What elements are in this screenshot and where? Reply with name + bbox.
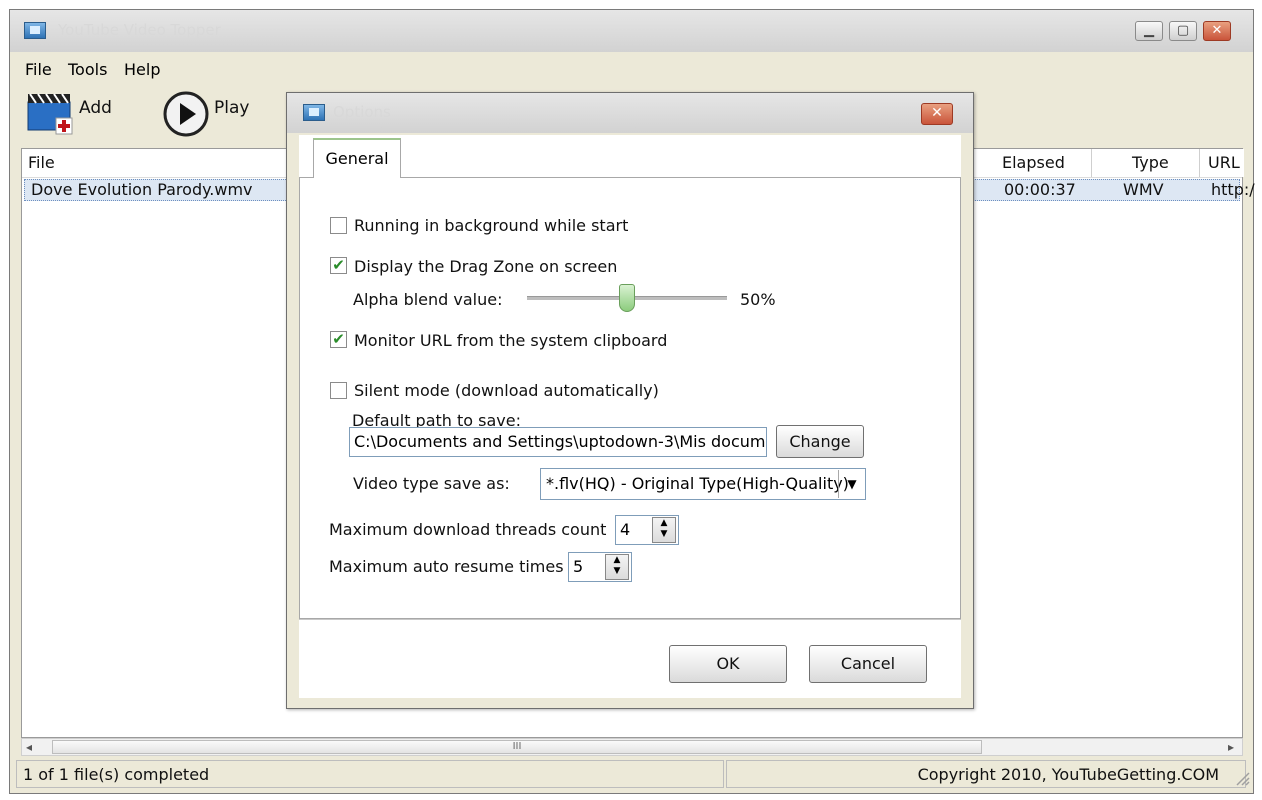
play-icon [163, 91, 209, 137]
column-header-type[interactable]: Type [1092, 149, 1200, 177]
menu-bar [10, 52, 1253, 84]
display-drag-zone-checkbox[interactable]: ✔ [330, 257, 347, 274]
display-drag-zone-label: Display the Drag Zone on screen [354, 257, 618, 276]
minimize-button[interactable]: ▁ [1135, 21, 1163, 41]
main-titlebar: YouTube Video Topper ▁ ▢ ✕ [10, 10, 1253, 53]
threads-spin-icon[interactable]: ▲ ▼ [652, 517, 676, 543]
default-path-input[interactable]: C:\Documents and Settings\uptodown-3\Mis… [349, 427, 767, 457]
add-video-icon [27, 93, 73, 135]
dialog-close-button[interactable]: ✕ [921, 103, 953, 125]
dialog-body: General Running in background while star… [299, 135, 961, 698]
scroll-right-arrow-icon[interactable]: ▸ [1228, 739, 1234, 755]
scroll-left-arrow-icon[interactable]: ◂ [26, 739, 32, 755]
silent-mode-label: Silent mode (download automatically) [354, 381, 659, 400]
silent-mode-checkbox[interactable] [330, 382, 347, 399]
chevron-down-icon[interactable]: ▼ [838, 470, 865, 498]
status-files-completed: 1 of 1 file(s) completed [16, 760, 724, 788]
cancel-button[interactable]: Cancel [809, 645, 927, 683]
dialog-titlebar: Options ✕ [287, 93, 973, 133]
video-type-select[interactable]: *.flv(HQ) - Original Type(High-Quality) … [540, 468, 866, 500]
slider-thumb[interactable] [619, 284, 635, 312]
options-dialog: Options ✕ General Running in background … [286, 92, 974, 709]
auto-resume-label: Maximum auto resume times [329, 557, 564, 576]
tab-general[interactable]: General [313, 138, 401, 178]
alpha-blend-label: Alpha blend value: [353, 290, 503, 309]
maximize-button[interactable]: ▢ [1169, 21, 1197, 41]
column-header-file[interactable]: File [22, 149, 287, 177]
row-url: http:/ [1211, 180, 1255, 199]
status-bar: 1 of 1 file(s) completed Copyright 2010,… [10, 756, 1253, 793]
monitor-url-checkbox[interactable]: ✔ [330, 331, 347, 348]
column-header-url[interactable]: URL [1200, 149, 1244, 177]
auto-resume-stepper[interactable]: 5 ▲ ▼ [568, 552, 632, 582]
spin-down-icon[interactable]: ▼ [614, 566, 621, 576]
alpha-blend-value: 50% [740, 290, 776, 309]
close-button[interactable]: ✕ [1203, 21, 1231, 41]
change-path-button[interactable]: Change [776, 425, 864, 458]
alpha-blend-slider[interactable] [527, 281, 727, 315]
threads-count-label: Maximum download threads count [329, 520, 607, 539]
auto-resume-value: 5 [573, 557, 584, 576]
window-title: YouTube Video Topper [58, 21, 221, 39]
add-label: Add [79, 98, 112, 118]
resume-spin-icon[interactable]: ▲ ▼ [605, 554, 629, 580]
horizontal-scrollbar[interactable]: ◂ III ▸ [21, 738, 1243, 756]
dialog-title: Options [333, 103, 391, 121]
spin-up-icon[interactable]: ▲ [661, 518, 668, 528]
threads-count-stepper[interactable]: 4 ▲ ▼ [615, 515, 679, 545]
app-icon [24, 22, 46, 39]
row-type: WMV [1123, 180, 1164, 199]
scroll-thumb[interactable]: III [52, 740, 982, 754]
play-label: Play [214, 98, 250, 118]
running-background-checkbox[interactable] [330, 217, 347, 234]
menu-tools[interactable]: Tools [68, 60, 107, 79]
ok-button[interactable]: OK [669, 645, 787, 683]
dialog-app-icon [303, 104, 325, 121]
threads-count-value: 4 [620, 520, 631, 539]
video-type-selected: *.flv(HQ) - Original Type(High-Quality) [546, 474, 849, 493]
status-copyright: Copyright 2010, YouTubeGetting.COM [726, 760, 1246, 788]
running-background-label: Running in background while start [354, 216, 629, 235]
video-type-label: Video type save as: [353, 474, 510, 493]
row-file-name: Dove Evolution Parody.wmv [31, 180, 253, 199]
menu-help[interactable]: Help [124, 60, 160, 79]
row-elapsed: 00:00:37 [1004, 180, 1076, 199]
monitor-url-label: Monitor URL from the system clipboard [354, 331, 668, 350]
resize-grip-icon[interactable] [1234, 770, 1250, 786]
add-button[interactable]: Add [26, 88, 126, 138]
scroll-grip-icon: III [512, 741, 522, 752]
button-divider [299, 619, 961, 620]
play-button[interactable]: Play [162, 88, 262, 138]
spin-up-icon[interactable]: ▲ [614, 555, 621, 565]
menu-file[interactable]: File [25, 60, 52, 79]
column-header-elapsed[interactable]: Elapsed [972, 149, 1092, 177]
spin-down-icon[interactable]: ▼ [661, 529, 668, 539]
